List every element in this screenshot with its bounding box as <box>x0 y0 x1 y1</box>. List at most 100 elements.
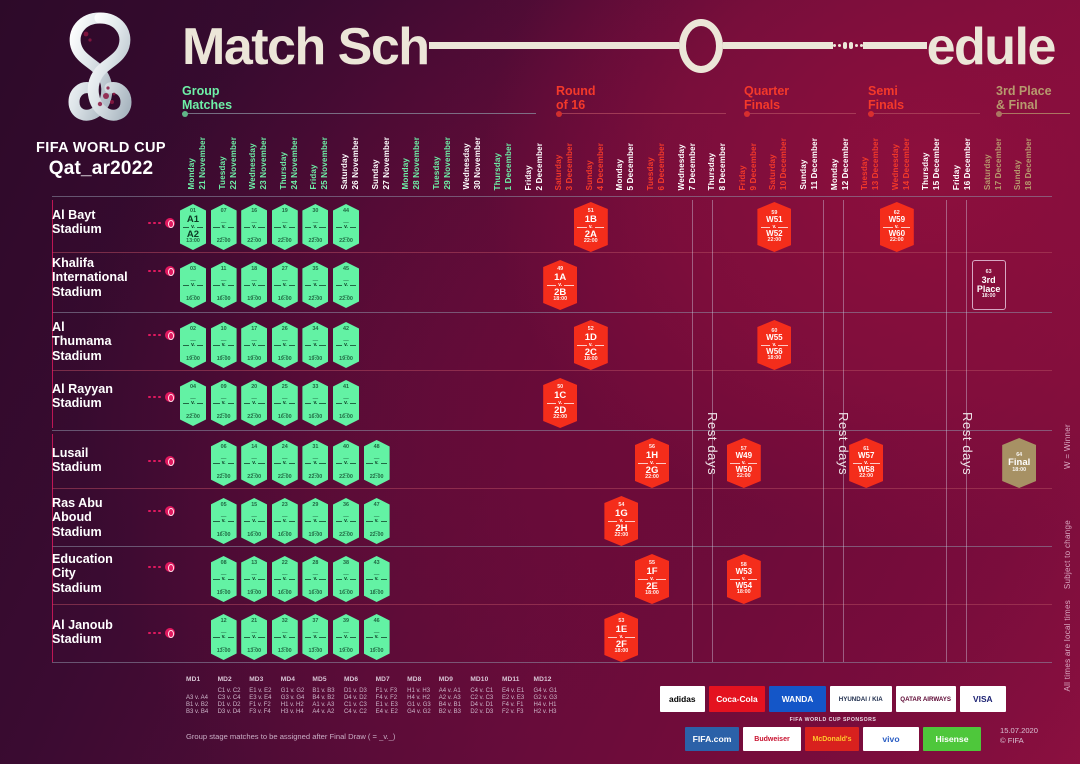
match-number: 44 <box>343 208 349 215</box>
match-badge[interactable]: 24 _ v. _ 22:00 <box>271 440 298 486</box>
match-badge[interactable]: 19 _ v. _ 22:00 <box>271 204 298 250</box>
match-badge[interactable]: 18 _ v. _ 19:00 <box>241 262 268 308</box>
sponsor-logo-visa[interactable]: VISA <box>959 686 1006 712</box>
match-badge[interactable]: 10 _ v. _ 19:00 <box>210 322 237 368</box>
match-badge[interactable]: 38 _ v. _ 16:00 <box>333 556 359 602</box>
match-badge[interactable]: 32 _ v. _ 13:00 <box>271 614 298 660</box>
match-badge[interactable]: 20 _ v. _ 22:00 <box>241 380 268 426</box>
match-badge[interactable]: 16 _ v. _ 22:00 <box>241 204 268 250</box>
match-badge[interactable]: 33 _ v. _ 16:00 <box>302 380 329 426</box>
match-badge[interactable]: 22 _ v. _ 16:00 <box>271 556 298 602</box>
sponsor-logo-adidas[interactable]: adidas <box>660 686 705 712</box>
match-badge[interactable]: 06 _ v. _ 22:00 <box>210 440 237 486</box>
match-badge[interactable]: 44 _ v. _ 22:00 <box>333 204 359 250</box>
sponsor-logo-hisense[interactable]: Hisense <box>923 727 981 751</box>
match-badge[interactable]: 56 1H v. 2G 22:00 <box>635 438 669 488</box>
sponsor-tier-title: FIFA WORLD CUP SPONSORS <box>789 717 877 723</box>
matchday-cell: H1 v. H2 <box>280 701 304 708</box>
match-badge[interactable]: 43 _ v. _ 18:00 <box>363 556 390 602</box>
match-badge[interactable]: 17 _ v. _ 19:00 <box>241 322 268 368</box>
match-badge[interactable]: 64 Final 18:00 <box>1002 438 1037 488</box>
match-number: 57 <box>740 445 747 452</box>
stadium-pin-4[interactable] <box>148 456 175 466</box>
sponsor-logo-vivo[interactable]: vivo <box>863 727 919 751</box>
match-badge[interactable]: 63 3rd Place 18:00 <box>971 260 1006 310</box>
stadium-pin-3[interactable] <box>148 392 175 402</box>
sponsor-logo-fifa-com[interactable]: FIFA.com <box>685 727 739 751</box>
match-badge[interactable]: 50 1C v. 2D 22:00 <box>543 378 578 428</box>
match-badge[interactable]: 12 _ v. _ 13:00 <box>210 614 237 660</box>
match-badge[interactable]: 15 _ v. _ 16:00 <box>241 498 268 544</box>
match-badge[interactable]: 55 1F v. 2E 18:00 <box>635 554 669 604</box>
matchday-cell: C4 v. C1 <box>470 687 494 694</box>
match-badge[interactable]: 51 1B v. 2A 22:00 <box>573 202 608 252</box>
date-column-11: Friday 2 December <box>523 118 544 190</box>
edge-note-winner: W = Winner <box>1063 424 1072 470</box>
stadium-pin-1[interactable] <box>148 266 175 276</box>
match-badge[interactable]: 53 1E v. 2F 18:00 <box>604 612 639 662</box>
match-badge[interactable]: 09 _ v. _ 22:00 <box>210 380 237 426</box>
match-badge[interactable]: 23 _ v. _ 16:00 <box>271 498 298 544</box>
sponsor-logo-qatar-airways[interactable]: QATAR AIRWAYS <box>895 686 956 712</box>
qatar-2022-emblem-icon <box>68 12 132 121</box>
match-badge[interactable]: 14 _ v. _ 22:00 <box>241 440 268 486</box>
match-badge[interactable]: 41 _ v. _ 16:00 <box>333 380 359 426</box>
match-badge[interactable]: 13 _ v. _ 19:00 <box>241 556 268 602</box>
sponsor-logo-budweiser[interactable]: Budweiser <box>743 727 801 751</box>
match-badge[interactable]: 34 _ v. _ 19:00 <box>302 322 329 368</box>
match-badge[interactable]: 49 1A v. 2B 18:00 <box>543 260 578 310</box>
title-ring-icon <box>678 19 723 73</box>
match-badge[interactable]: 60 W55 v. W56 18:00 <box>757 320 792 370</box>
match-badge[interactable]: 58 W53 v. W54 18:00 <box>726 554 761 604</box>
match-badge[interactable]: 05 _ v. _ 16:00 <box>210 498 237 544</box>
match-badge[interactable]: 29 _ v. _ 19:00 <box>302 498 329 544</box>
match-time: 19:00 <box>308 532 323 539</box>
match-badge[interactable]: 36 _ v. _ 22:00 <box>333 498 359 544</box>
match-number: 58 <box>740 561 747 568</box>
match-badge[interactable]: 40 _ v. _ 22:00 <box>333 440 359 486</box>
date-label-11: Friday 2 December <box>523 142 544 190</box>
match-badge[interactable]: 21 _ v. _ 13:00 <box>241 614 268 660</box>
match-badge[interactable]: 04 _ v. _ 22:00 <box>180 380 206 426</box>
match-badge[interactable]: 52 1D v. 2C 18:00 <box>573 320 608 370</box>
match-badge[interactable]: 02 _ v. _ 19:00 <box>180 322 206 368</box>
match-badge[interactable]: 28 _ v. _ 16:00 <box>302 556 329 602</box>
sponsor-logo-wanda[interactable]: WANDA <box>769 686 826 712</box>
match-badge[interactable]: 54 1G v. 2H 22:00 <box>604 496 639 546</box>
match-badge[interactable]: 25 _ v. _ 16:00 <box>271 380 298 426</box>
match-badge[interactable]: 08 _ v. _ 19:00 <box>210 556 237 602</box>
match-badge[interactable]: 57 W49 v. W50 22:00 <box>726 438 761 488</box>
match-badge[interactable]: 01 A1 v. A2 13:00 <box>180 204 206 250</box>
match-badge[interactable]: 30 _ v. _ 22:00 <box>302 204 329 250</box>
match-badge[interactable]: 07 _ v. _ 22:00 <box>210 204 237 250</box>
stadium-pin-2[interactable] <box>148 330 175 340</box>
match-badge[interactable]: 62 W59 v. W60 22:00 <box>879 202 914 252</box>
match-badge[interactable]: 11 _ v. _ 16:00 <box>210 262 237 308</box>
sponsor-logo-coca-cola[interactable]: Coca-Cola <box>708 686 766 712</box>
match-badge[interactable]: 03 _ v. _ 16:00 <box>180 262 206 308</box>
match-badge[interactable]: 61 W57 v. W58 22:00 <box>849 438 884 488</box>
match-badge[interactable]: 42 _ v. _ 19:00 <box>333 322 359 368</box>
phase-rule-0 <box>182 110 536 117</box>
matchday-cell: E3 v. E4 <box>249 694 272 701</box>
match-badge[interactable]: 47 _ v. _ 22:00 <box>363 498 390 544</box>
match-badge[interactable]: 35 _ v. _ 22:00 <box>302 262 329 308</box>
match-badge[interactable]: 37 _ v. _ 13:00 <box>302 614 329 660</box>
match-badge[interactable]: 26 _ v. _ 19:00 <box>271 322 298 368</box>
matchday-cell: B1 v. B2 <box>186 701 209 708</box>
match-badge[interactable]: 48 _ v. _ 22:00 <box>363 440 390 486</box>
stadium-pin-5[interactable] <box>148 506 175 516</box>
stadium-pin-7[interactable] <box>148 628 175 638</box>
match-badge[interactable]: 39 _ v. _ 19:00 <box>333 614 359 660</box>
match-badge[interactable]: 45 _ v. _ 22:00 <box>333 262 359 308</box>
date-column-13: Sunday 4 December <box>584 118 605 190</box>
match-badge[interactable]: 46 _ v. _ 19:00 <box>363 614 390 660</box>
stadium-pin-0[interactable] <box>148 218 175 228</box>
sponsor-logo-hyundai-kia[interactable]: HYUNDAI / KIA <box>829 686 892 712</box>
match-number: 10 <box>220 326 227 333</box>
match-badge[interactable]: 27 _ v. _ 16:00 <box>271 262 298 308</box>
match-badge[interactable]: 31 _ v. _ 22:00 <box>302 440 329 486</box>
sponsor-logo-mcdonald-s[interactable]: McDonald's <box>805 727 859 751</box>
stadium-pin-6[interactable] <box>148 562 175 572</box>
match-badge[interactable]: 59 W51 v. W52 22:00 <box>757 202 792 252</box>
